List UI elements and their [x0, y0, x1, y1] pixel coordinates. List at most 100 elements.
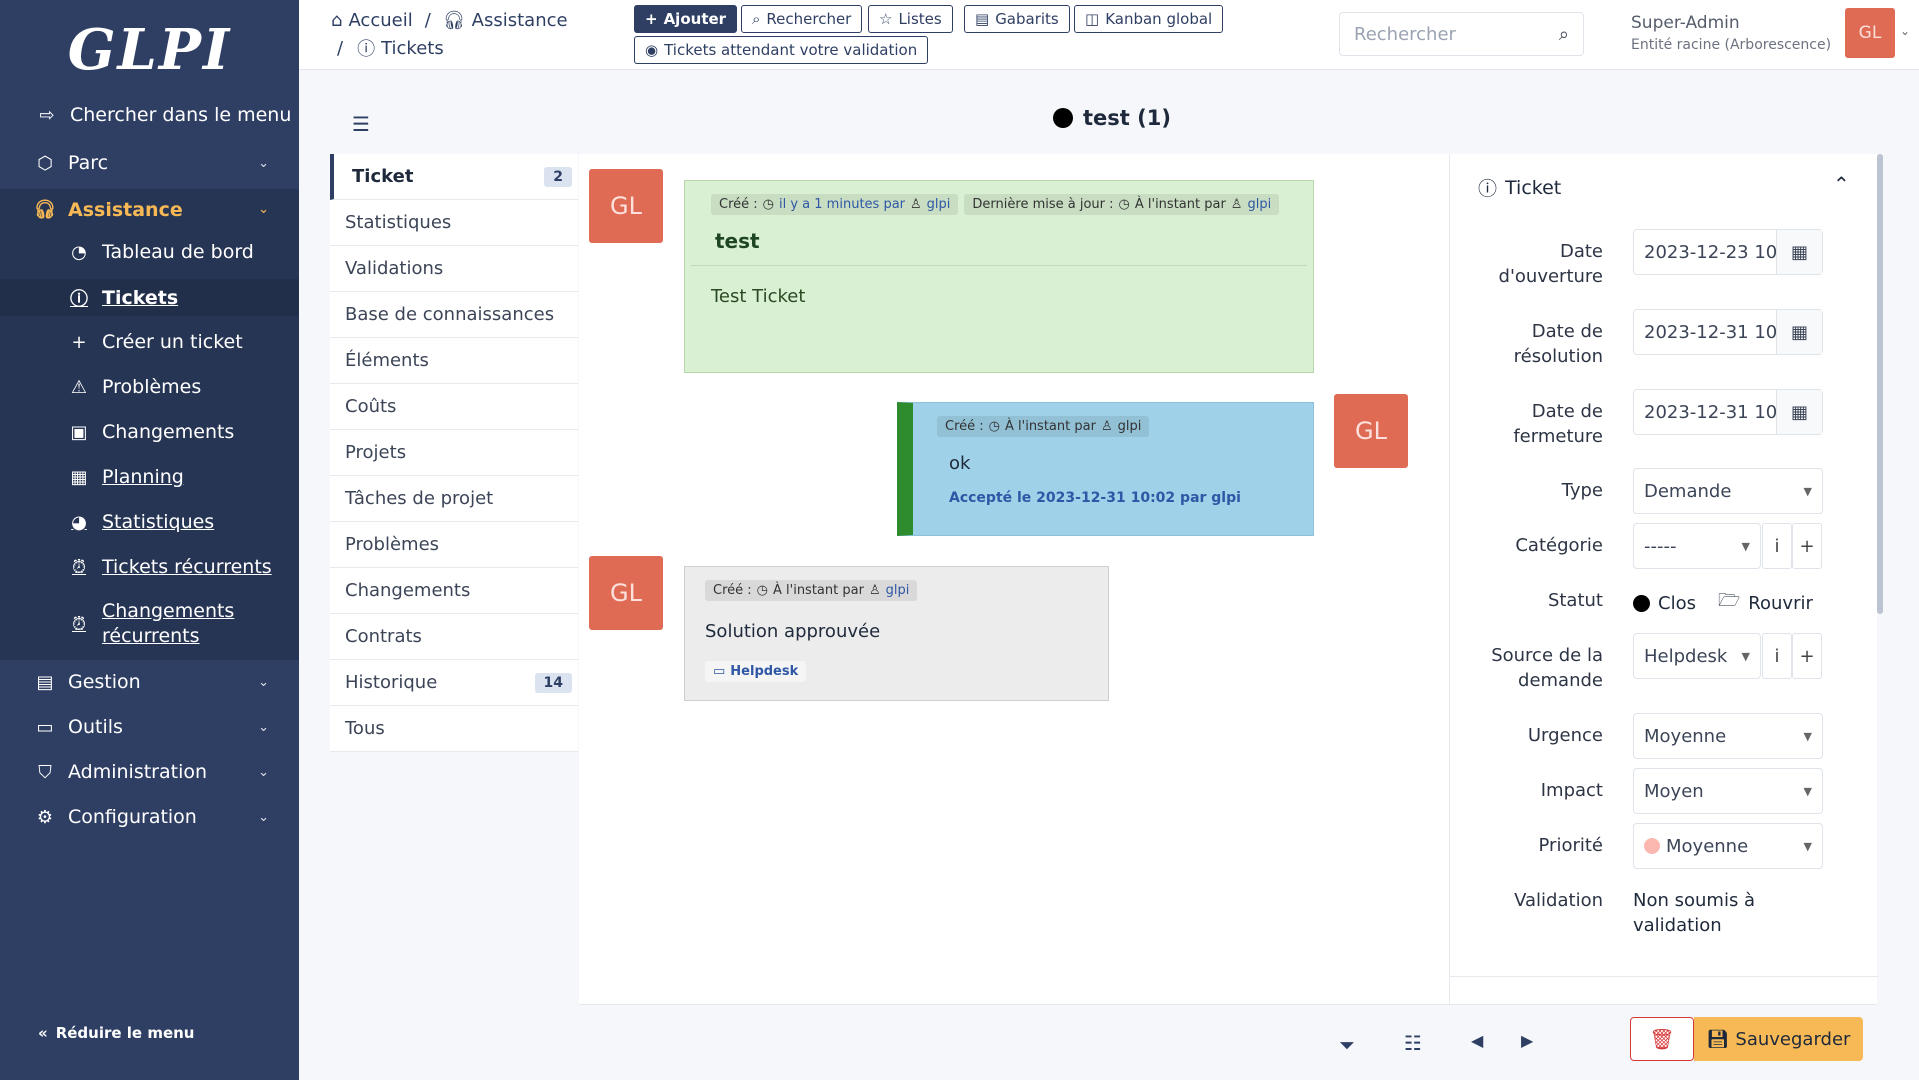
open-date-field[interactable]: 2023-12-23 10 ▦ — [1633, 229, 1823, 275]
templates-button[interactable]: ▤ Gabarits — [964, 5, 1070, 33]
calendar-icon[interactable]: ▦ — [1776, 390, 1822, 434]
menu-search[interactable]: ⇨ Chercher dans le menu — [0, 100, 299, 130]
author-link[interactable]: glpi — [886, 583, 910, 598]
tab-all[interactable]: Tous — [330, 706, 578, 752]
tab-statistiques[interactable]: Statistiques — [330, 200, 578, 246]
sidebar-item-parc[interactable]: ⬡ Parc ⌄ — [0, 148, 299, 178]
tab-count-badge: 14 — [534, 672, 572, 693]
tab-history[interactable]: Historique 14 — [330, 660, 578, 706]
global-search-input[interactable]: Rechercher ⌕ — [1339, 12, 1584, 56]
sidebar-sub-planning[interactable]: ▦ Planning — [0, 462, 299, 492]
breadcrumb-assistance[interactable]: Assistance — [472, 10, 568, 31]
info-icon[interactable]: i — [1762, 523, 1792, 569]
eye-check-icon: ◉ — [645, 41, 659, 59]
sidebar-sub-stats[interactable]: ◕ Statistiques — [0, 507, 299, 537]
sidebar-sub-recurrent-tickets[interactable]: ⏰︎ Tickets récurrents — [0, 552, 299, 582]
panel-scrollbar[interactable] — [1877, 154, 1883, 614]
sidebar-item-gestion[interactable]: ▤ Gestion ⌄ — [0, 667, 299, 697]
tab-label: Coûts — [345, 396, 397, 417]
sidebar-sub-create-ticket[interactable]: + Créer un ticket — [0, 327, 299, 357]
reduce-menu-label: Réduire le menu — [55, 1024, 195, 1042]
add-source-icon[interactable]: + — [1792, 633, 1822, 679]
waiting-validation-button[interactable]: ◉ Tickets attendant votre validation — [634, 36, 929, 64]
kanban-button[interactable]: ◫ Kanban global — [1074, 5, 1224, 33]
sidebar-item-outils[interactable]: ▭ Outils ⌄ — [0, 712, 299, 742]
tab-costs[interactable]: Coûts — [330, 384, 578, 430]
breadcrumb-tickets[interactable]: Tickets — [381, 38, 444, 59]
previous-icon[interactable]: ◀ — [1471, 1031, 1483, 1050]
chevron-down-icon[interactable]: ⌄ — [1900, 24, 1910, 38]
alarm-icon: ⏰︎ — [71, 556, 87, 578]
lists-label: Listes — [898, 10, 942, 28]
author-link[interactable]: glpi — [1247, 197, 1271, 212]
reopen-link[interactable]: Rouvrir — [1748, 593, 1813, 614]
delete-button[interactable]: 🗑︎ — [1630, 1017, 1694, 1061]
tab-contracts[interactable]: Contrats — [330, 614, 578, 660]
tab-knowledge-base[interactable]: Base de connaissances — [330, 292, 578, 338]
sidebar-item-assistance[interactable]: 🎧︎ Assistance ⌄ — [0, 189, 299, 230]
sidebar-sub-changes[interactable]: ▣ Changements — [0, 417, 299, 447]
list-toggle-icon[interactable]: ☰ — [352, 112, 370, 136]
resolve-date-field[interactable]: 2023-12-31 10 ▦ — [1633, 309, 1823, 355]
author-link[interactable]: glpi — [1118, 419, 1142, 434]
urgency-select[interactable]: Moyenne ▼ — [1633, 713, 1823, 759]
created-time: il y a 1 minutes par — [779, 197, 906, 212]
sidebar-item-label: Gestion — [68, 671, 141, 693]
sidebar-item-administration[interactable]: ⛉ Administration ⌄ — [0, 757, 299, 787]
tab-validations[interactable]: Validations — [330, 246, 578, 292]
sidebar-sub-dashboard[interactable]: ◔ Tableau de bord — [0, 237, 299, 267]
chevron-up-icon[interactable]: ⌃ — [1833, 172, 1850, 196]
add-button[interactable]: + Ajouter — [634, 5, 738, 33]
ticket-fields-panel: ⓘ Ticket ⌃ Date d'ouverture 2023-12-23 1… — [1449, 154, 1878, 1006]
add-category-icon[interactable]: + — [1792, 523, 1822, 569]
breadcrumb-home[interactable]: Accueil — [348, 10, 412, 31]
checklist-icon[interactable]: ☷ — [1404, 1031, 1422, 1055]
entry-content: Test Ticket — [711, 286, 806, 307]
calendar-icon[interactable]: ▦ — [1776, 230, 1822, 274]
author-avatar: GL — [589, 169, 663, 243]
type-select[interactable]: Demande ▼ — [1633, 468, 1823, 514]
sidebar-sub-problems[interactable]: ⚠︎ Problèmes — [0, 372, 299, 402]
sidebar-item-configuration[interactable]: ⚙︎ Configuration ⌄ — [0, 802, 299, 832]
reduce-menu-button[interactable]: « Réduire le menu — [38, 1024, 194, 1042]
tab-projects[interactable]: Projets — [330, 430, 578, 476]
status-text: Clos — [1658, 592, 1696, 614]
chevron-down-icon: ⌄ — [258, 674, 269, 690]
sidebar-sub-label: Statistiques — [102, 511, 215, 533]
calendar-icon[interactable]: ▦ — [1776, 310, 1822, 354]
impact-select[interactable]: Moyen ▼ — [1633, 768, 1823, 814]
info-icon[interactable]: i — [1762, 633, 1792, 679]
created-label: Créé : — [713, 583, 752, 598]
menu-search-label: Chercher dans le menu — [70, 104, 292, 126]
sidebar-sub-label: Changements récurrents — [102, 600, 235, 647]
kanban-icon: ◫ — [1085, 10, 1100, 28]
search-button[interactable]: ⌕ Rechercher — [741, 5, 863, 33]
shield-icon: ⛉ — [38, 761, 52, 783]
sidebar-sub-recurrent-changes[interactable]: ⏰︎ Changements récurrents — [0, 598, 299, 650]
user-avatar[interactable]: GL — [1845, 8, 1895, 58]
source-select[interactable]: Helpdesk ▼ — [1633, 633, 1761, 679]
tab-problems[interactable]: Problèmes — [330, 522, 578, 568]
glpi-logo[interactable]: GLPI — [0, 0, 299, 100]
save-button[interactable]: 💾︎ Sauvegarder — [1694, 1017, 1863, 1061]
tab-elements[interactable]: Éléments — [330, 338, 578, 384]
wallet-icon: ▤ — [36, 671, 54, 693]
accepted-text: Accepté le 2023-12-31 10:02 par glpi — [949, 490, 1241, 506]
tab-project-tasks[interactable]: Tâches de projet — [330, 476, 578, 522]
tab-label: Ticket — [352, 166, 414, 187]
sidebar-sub-tickets[interactable]: ⓘ Tickets — [0, 279, 299, 316]
sidebar-item-label: Assistance — [68, 198, 183, 221]
category-select[interactable]: ----- ▼ — [1633, 523, 1761, 569]
user-info[interactable]: Super-Admin Entité racine (Arborescence) — [1631, 13, 1831, 53]
author-link[interactable]: glpi — [927, 197, 951, 212]
user-icon: ♙ — [1230, 197, 1243, 212]
sidebar-item-label: Administration — [68, 761, 208, 783]
filter-icon[interactable]: ⏷ — [1339, 1033, 1355, 1057]
tab-changes[interactable]: Changements — [330, 568, 578, 614]
tab-ticket[interactable]: Ticket 2 — [330, 154, 578, 200]
status-label: Statut — [1547, 590, 1603, 611]
next-icon[interactable]: ▶ — [1521, 1031, 1533, 1050]
close-date-field[interactable]: 2023-12-31 10 ▦ — [1633, 389, 1823, 435]
priority-select[interactable]: Moyenne ▼ — [1633, 823, 1823, 869]
lists-button[interactable]: ☆ Listes — [868, 5, 953, 33]
